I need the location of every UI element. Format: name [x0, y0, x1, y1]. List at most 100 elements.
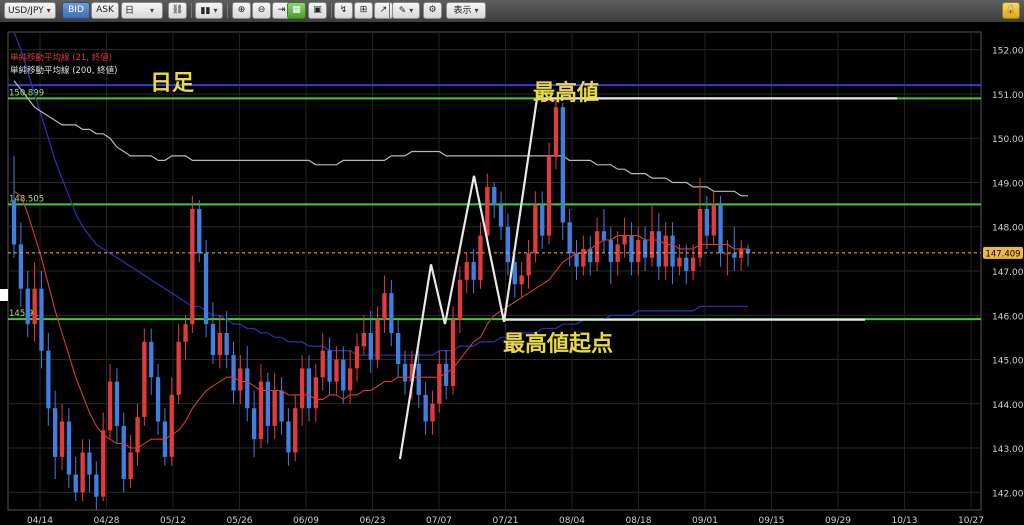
candle-body [588, 248, 593, 263]
legend-entry: 単純移動平均線 (21, 終値) [10, 52, 112, 63]
candle [546, 142, 552, 245]
candle-body [128, 452, 133, 480]
candle-body [423, 394, 428, 422]
candle-body [183, 324, 188, 342]
candle-body [540, 204, 545, 236]
crosshair-button[interactable]: ▣ [308, 2, 327, 19]
candle [560, 102, 565, 241]
candle-body [684, 257, 689, 271]
candle-body [272, 390, 277, 426]
price-chart[interactable]: 152.000 151.000 150.000 149.000 148.000 147.0… [0, 22, 1024, 525]
bid-button[interactable]: BID [62, 2, 90, 19]
candle-body [697, 209, 703, 258]
legend-entry: 単純移動平均線 (200, 終値) [10, 65, 117, 76]
chevron-down-icon: ▾ [46, 6, 51, 15]
draw-tool-button[interactable]: ✎ ▾ [392, 2, 420, 19]
candle-body [293, 408, 298, 453]
candle-body [505, 226, 511, 263]
symbol-label: USD/JPY [8, 6, 44, 16]
candle-body [169, 394, 174, 457]
candle-body [464, 262, 469, 280]
y-tick-label: 144.000 [992, 401, 1024, 411]
lock-button[interactable]: 🔒 [1002, 2, 1020, 19]
candle-body [546, 155, 552, 236]
x-tick-label: 07/07 [426, 516, 452, 525]
y-tick-label: 142.000 [992, 489, 1024, 499]
candle-body [114, 381, 120, 426]
candle-body [25, 288, 30, 325]
candle-body [457, 279, 463, 320]
candle-body [430, 403, 435, 422]
link-chart-button[interactable]: ⛓ [168, 2, 187, 19]
candle-body [59, 421, 65, 457]
candle-body [691, 257, 696, 271]
candle-body [190, 209, 195, 325]
x-tick-label: 04/14 [27, 516, 53, 525]
oscillator-button[interactable]: ⊞ [354, 2, 373, 19]
candle-body [354, 346, 360, 369]
candle-body [66, 421, 72, 475]
chevron-down-icon: ▾ [213, 6, 218, 15]
zoom-in-icon: ⊕ [237, 5, 246, 15]
candle-body [231, 355, 236, 391]
settings-button[interactable]: ⚙ [423, 2, 442, 19]
candle-body [595, 231, 600, 263]
candle [203, 240, 209, 338]
candle-body [11, 200, 17, 245]
candle-body [444, 363, 449, 386]
scroll-end-icon: ⇥ [277, 5, 286, 15]
display-menu-button[interactable]: 表示 ▾ [446, 2, 486, 19]
x-tick-label: 08/18 [626, 516, 652, 525]
candle-body [348, 368, 353, 391]
symbol-select[interactable]: USD/JPY ▾ [4, 2, 56, 19]
ask-button[interactable]: ASK [91, 2, 119, 19]
y-tick-label: 148.000 [992, 224, 1024, 234]
x-tick-label: 09/15 [759, 516, 785, 525]
candle-body [73, 474, 78, 493]
candle-body [197, 209, 202, 254]
zoom-out-button[interactable]: ⊖ [252, 2, 271, 19]
y-tick-label: 146.000 [992, 312, 1024, 322]
auto-scroll-button[interactable]: ▦ [287, 2, 306, 19]
candle-body [300, 368, 305, 409]
oscillator-icon: ⊞ [359, 5, 368, 15]
compare-button[interactable]: ↗ [374, 2, 393, 19]
candle-body [361, 333, 366, 347]
candle-body [210, 324, 216, 356]
candle-body [39, 288, 44, 351]
x-tick-label: 06/09 [293, 516, 319, 525]
candle-body [663, 235, 668, 267]
candlestick-icon: ▮▮ [200, 6, 211, 16]
chart-type-button[interactable]: ▮▮ ▾ [195, 2, 223, 19]
zoom-out-icon: ⊖ [257, 5, 266, 15]
candle-body [368, 333, 373, 360]
candle-body [450, 319, 456, 387]
zoom-in-button[interactable]: ⊕ [232, 2, 251, 19]
candle-body [224, 333, 229, 356]
candle-body [121, 425, 126, 479]
candle-body [526, 253, 531, 276]
candle-body [252, 408, 257, 440]
y-tick-label: 151.000 [992, 91, 1024, 101]
x-tick-label: 09/29 [825, 516, 851, 525]
candle-body [265, 381, 270, 426]
candle-body [217, 333, 222, 356]
x-tick-label: 04/28 [94, 516, 120, 525]
timeframe-select[interactable]: 日 ▾ [121, 2, 163, 19]
candle-body [245, 368, 250, 409]
candle-body [567, 222, 572, 254]
candle-body [286, 421, 291, 453]
x-tick-label: 08/04 [559, 516, 585, 525]
left-scroll-marker [0, 289, 8, 301]
indicator-button[interactable]: ↯ [334, 2, 353, 19]
auto-scroll-icon: ▦ [292, 5, 301, 15]
candle-body [341, 359, 346, 391]
candle-body [608, 240, 613, 263]
candle-body [334, 359, 339, 382]
candle-body [396, 333, 401, 364]
candle-body [279, 390, 284, 422]
candle-body [402, 363, 408, 382]
candle-body [560, 107, 565, 223]
x-tick-label: 06/23 [360, 516, 386, 525]
lock-icon: 🔒 [1005, 5, 1017, 15]
